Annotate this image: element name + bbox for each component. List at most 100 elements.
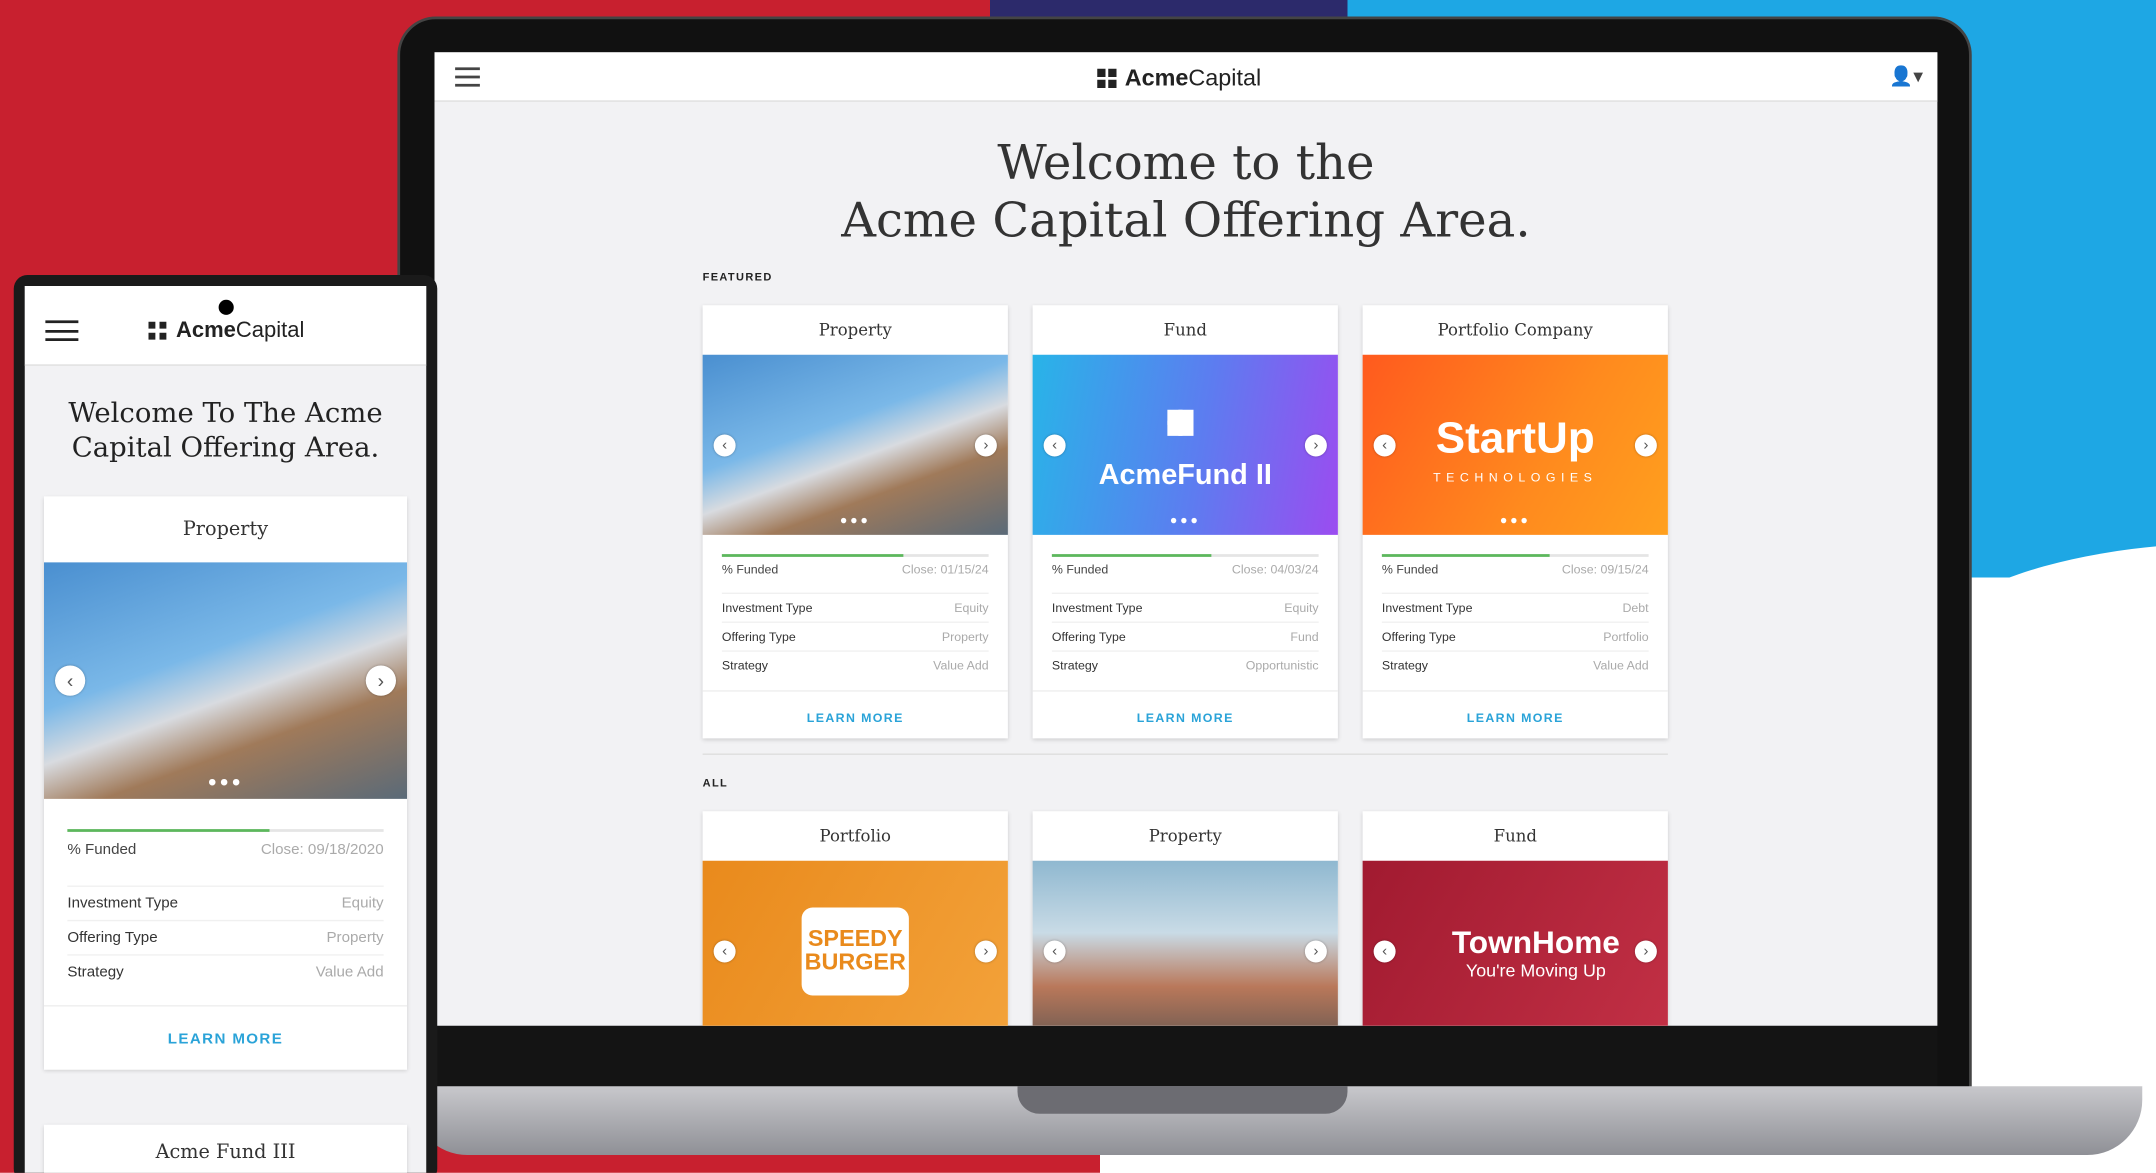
offering-card[interactable]: Property ‹ › <box>1032 811 1338 1026</box>
detail-row: Investment Type Debt <box>1381 592 1649 622</box>
detail-label: Investment Type <box>721 600 813 615</box>
top-nav: AcmeCapital 👤▾ <box>434 52 1938 102</box>
close-date: Close: 04/03/24 <box>1231 562 1319 577</box>
detail-value: Value Add <box>1593 658 1649 673</box>
close-date: Close: 09/18/2020 <box>260 841 384 859</box>
chevron-right-icon[interactable]: › <box>365 665 396 696</box>
card-category: Fund <box>1493 826 1537 846</box>
next-offering-card[interactable]: Acme Fund III <box>44 1124 407 1173</box>
detail-row: Offering Type Portfolio <box>1381 621 1649 651</box>
learn-more-link[interactable]: LEARN MORE <box>702 690 1008 738</box>
startup-logo-subtext: TECHNOLOGIES <box>1433 470 1598 484</box>
detail-row: Investment Type Equity <box>721 592 989 622</box>
card-image: ‹ › ●●● <box>702 354 1008 535</box>
detail-label: Investment Type <box>1051 600 1143 615</box>
brand-bold: Acme <box>1124 64 1189 91</box>
card-category: Property <box>182 518 269 541</box>
chevron-right-icon[interactable]: › <box>1304 433 1327 456</box>
user-account-icon[interactable]: 👤▾ <box>1889 65 1923 88</box>
brand-light: Capital <box>1188 64 1262 91</box>
chevron-right-icon[interactable]: › <box>974 939 997 962</box>
phone-top-nav: AcmeCapital <box>24 286 427 366</box>
townhome-logo-text: TownHome <box>1451 924 1620 960</box>
offering-card[interactable]: Portfolio Company StartUp TECHNOLOGIES ‹… <box>1362 305 1668 739</box>
logo-icon <box>1097 68 1117 88</box>
fund-logo-icon <box>1167 409 1194 436</box>
card-image: TownHome You're Moving Up ‹ › <box>1362 860 1668 1026</box>
funded-label: % Funded <box>721 562 779 577</box>
offering-card[interactable]: Fund TownHome You're Moving Up ‹ › <box>1362 811 1668 1026</box>
detail-label: Investment Type <box>67 895 179 912</box>
detail-value: Equity <box>954 600 989 615</box>
detail-label: Strategy <box>1051 658 1098 673</box>
detail-row: Offering Type Property <box>67 919 384 954</box>
featured-label: FEATURED <box>702 270 773 284</box>
all-label: ALL <box>702 776 729 790</box>
card-category: Acme Fund III <box>155 1141 296 1164</box>
chevron-right-icon[interactable]: › <box>1304 939 1327 962</box>
learn-more-link[interactable]: LEARN MORE <box>1032 690 1338 738</box>
chevron-left-icon[interactable]: ‹ <box>55 665 86 696</box>
detail-value: Value Add <box>315 963 384 981</box>
card-image: ‹ › ●●● <box>44 562 407 799</box>
card-category: Fund <box>1163 320 1207 340</box>
card-image: SPEEDY BURGER ‹ › <box>702 860 1008 1026</box>
funded-progress-bar <box>67 829 384 832</box>
detail-value: Equity <box>341 895 384 912</box>
chevron-left-icon[interactable]: ‹ <box>1373 939 1396 962</box>
detail-row: Strategy Value Add <box>721 650 989 679</box>
fund-logo-text: AcmeFund II <box>1098 459 1272 491</box>
detail-value: Debt <box>1622 600 1649 615</box>
detail-label: Offering Type <box>67 929 158 947</box>
chevron-left-icon[interactable]: ‹ <box>1373 433 1396 456</box>
title-line-2: Acme Capital Offering Area. <box>841 193 1531 249</box>
detail-value: Equity <box>1284 600 1319 615</box>
startup-logo-text: StartUp <box>1435 412 1595 463</box>
hamburger-menu-icon[interactable] <box>45 320 79 341</box>
detail-label: Offering Type <box>721 629 796 644</box>
carousel-dots-icon[interactable]: ●●● <box>44 774 407 791</box>
offering-card[interactable]: Fund AcmeFund II ‹ › ●●● % Funded Close: … <box>1032 305 1338 739</box>
card-image: AcmeFund II ‹ › ●●● <box>1032 354 1338 535</box>
chevron-right-icon[interactable]: › <box>1634 939 1657 962</box>
chevron-right-icon[interactable]: › <box>974 433 997 456</box>
card-image: ‹ › <box>1032 860 1338 1026</box>
detail-row: Strategy Opportunistic <box>1051 650 1319 679</box>
offering-card[interactable]: Property ‹ › ●●● % Funded Close: 01/15/24… <box>702 305 1008 739</box>
chevron-left-icon[interactable]: ‹ <box>1043 939 1066 962</box>
detail-row: Investment Type Equity <box>67 885 384 920</box>
logo-icon <box>148 321 168 341</box>
chevron-left-icon[interactable]: ‹ <box>713 433 736 456</box>
detail-value: Property <box>941 629 989 644</box>
carousel-dots-icon[interactable]: ●●● <box>1363 513 1668 527</box>
detail-value: Fund <box>1290 629 1319 644</box>
carousel-dots-icon[interactable]: ●●● <box>1033 513 1338 527</box>
funded-label: % Funded <box>67 841 137 859</box>
chevron-left-icon[interactable]: ‹ <box>713 939 736 962</box>
brand-logo[interactable]: AcmeCapital <box>1097 65 1261 93</box>
title-line-1: Welcome To The Acme <box>68 396 383 429</box>
detail-value: Value Add <box>933 658 989 673</box>
learn-more-link[interactable]: LEARN MORE <box>44 1005 407 1070</box>
carousel-dots-icon[interactable]: ●●● <box>703 513 1008 527</box>
card-category: Property <box>818 320 892 340</box>
detail-value: Property <box>326 929 384 947</box>
offering-card[interactable]: Property ‹ › ●●● % Funded Close: 09/18/20… <box>44 496 407 1070</box>
hamburger-menu-icon[interactable] <box>455 67 480 87</box>
laptop-bezel <box>434 1025 1938 1089</box>
card-category: Portfolio <box>819 826 891 846</box>
brand-logo[interactable]: AcmeCapital <box>148 319 304 344</box>
detail-row: Offering Type Property <box>721 621 989 651</box>
offering-card[interactable]: Portfolio SPEEDY BURGER ‹ › <box>702 811 1008 1026</box>
chevron-left-icon[interactable]: ‹ <box>1043 433 1066 456</box>
detail-label: Strategy <box>1381 658 1428 673</box>
learn-more-link[interactable]: LEARN MORE <box>1362 690 1668 738</box>
laptop-notch <box>1017 1086 1348 1114</box>
chevron-right-icon[interactable]: › <box>1634 433 1657 456</box>
detail-label: Strategy <box>67 963 124 981</box>
detail-row: Investment Type Equity <box>1051 592 1319 622</box>
detail-row: Strategy Value Add <box>67 954 384 988</box>
funded-progress-bar <box>1381 554 1649 557</box>
brand-bold: Acme <box>176 319 236 343</box>
detail-value: Portfolio <box>1603 629 1649 644</box>
